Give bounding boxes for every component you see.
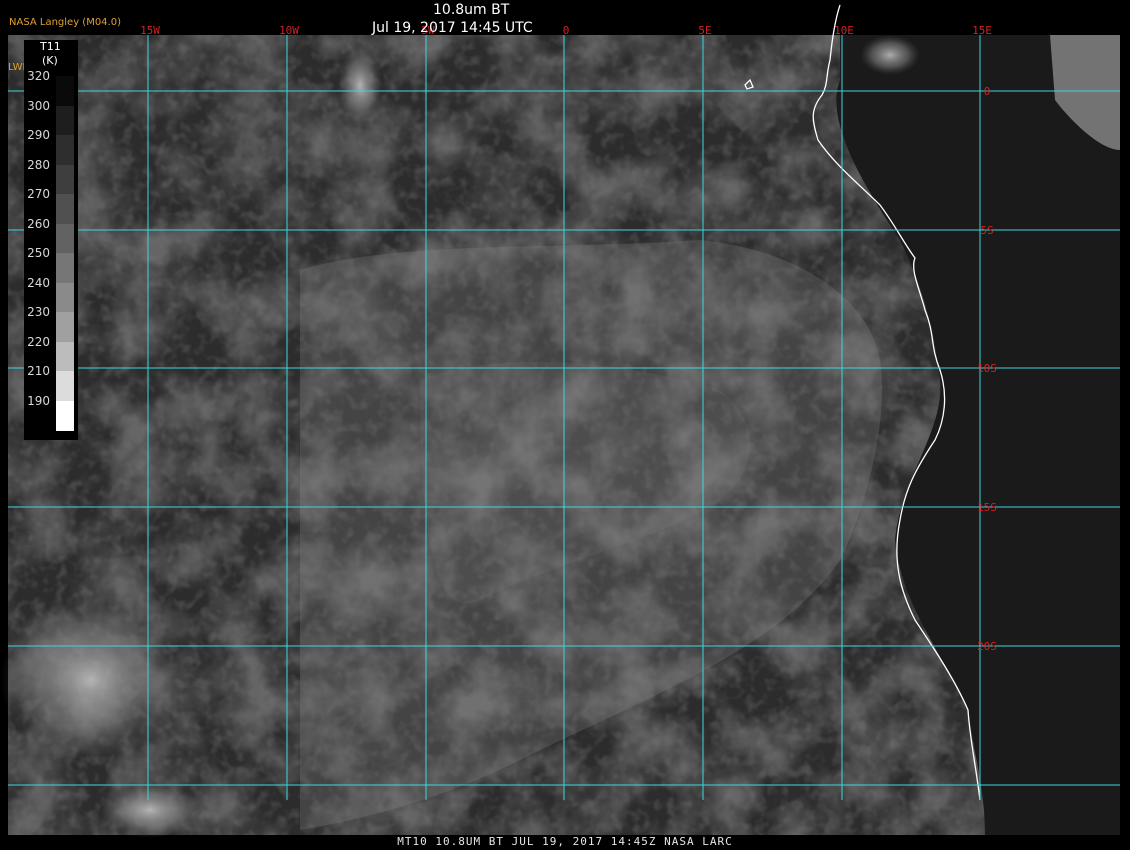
legend-swatch [56, 164, 74, 195]
legend-swatch [56, 194, 74, 225]
bright-cloud-sw [0, 600, 180, 760]
legend-swatch [56, 105, 74, 136]
footer-caption: MT10 10.8UM BT JUL 19, 2017 14:45Z NASA … [397, 835, 733, 848]
legend-swatch [56, 223, 74, 254]
longitude-label: 10W [279, 24, 299, 37]
bright-cloud-s [100, 782, 200, 838]
legend-tick-label: 210 [27, 364, 50, 378]
legend-swatch [56, 253, 74, 284]
legend-swatch [56, 341, 74, 372]
latitude-label: 5S [980, 224, 993, 237]
longitude-label: 15W [140, 24, 160, 37]
legend-tick-label: 260 [27, 216, 50, 231]
latitude-label: 15S [977, 501, 997, 514]
legend-swatch [56, 371, 74, 402]
longitude-label: 15E [972, 24, 992, 37]
legend-title-var: T11 [40, 40, 61, 53]
legend-tick-label: 240 [27, 275, 50, 290]
image-datetime: Jul 19, 2017 14:45 UTC [372, 20, 533, 36]
satellite-image-view: 15W 10W 5W 0 5E 10E 15E 0 5S 10S 15S 20S 10.8um BT … [0, 0, 1130, 850]
legend-tick-label: 230 [27, 305, 50, 319]
bright-cloud-n [338, 45, 382, 125]
bright-cloud-ne [860, 35, 920, 75]
longitude-label: 0 [563, 24, 570, 37]
legend-tick-label: 280 [27, 157, 50, 172]
legend-tick-label: 300 [27, 98, 50, 113]
legend-title-unit: (K) [42, 54, 58, 67]
legend-tick-label: 190 [27, 393, 50, 408]
color-legend: T11 (K) 320 300 290 280 270 260 250 240 230 220 21… [24, 40, 78, 440]
legend-tick-label: 250 [27, 246, 50, 260]
legend-swatch [56, 400, 74, 431]
legend-tick-label: 220 [27, 334, 50, 349]
legend-tick-label: 290 [27, 128, 50, 142]
provider-label: NASA Langley (M04.0) [9, 17, 121, 28]
legend-swatch [56, 312, 74, 343]
legend-tick-label: 320 [27, 69, 50, 83]
longitude-label: 5E [698, 24, 711, 37]
latitude-label: 0 [984, 85, 991, 98]
latitude-label: 20S [977, 640, 997, 653]
legend-swatch [56, 76, 74, 107]
brightness-temperature-map: 15W 10W 5W 0 5E 10E 15E05S10S15S20S [0, 4, 1120, 838]
legend-swatch [56, 135, 74, 166]
legend-tick-label: 270 [27, 187, 50, 201]
legend-swatch [56, 282, 74, 313]
image-title: 10.8um BT [433, 2, 510, 18]
latitude-label: 10S [977, 362, 997, 375]
longitude-label: 10E [834, 24, 854, 37]
